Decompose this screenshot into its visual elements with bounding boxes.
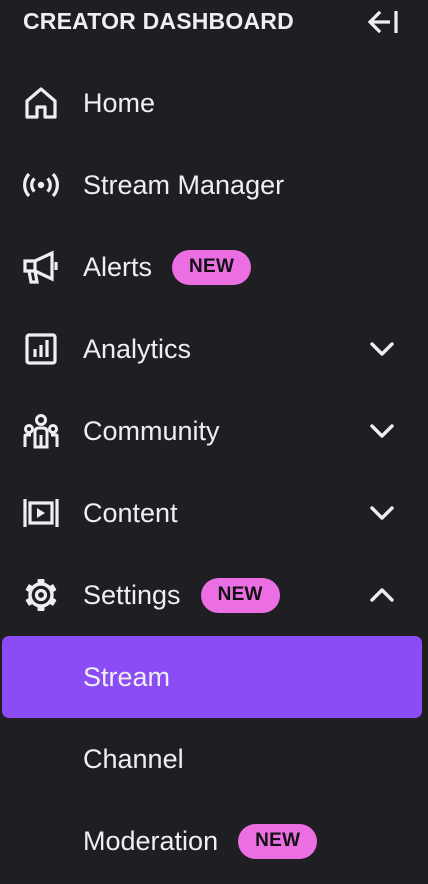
nav-item-label: Community xyxy=(83,415,220,446)
subnav-item-moderation[interactable]: Moderation NEW xyxy=(0,800,428,882)
nav-item-content[interactable]: Content xyxy=(0,472,428,554)
nav-item-community[interactable]: Community xyxy=(0,390,428,472)
subnav-item-channel[interactable]: Channel xyxy=(0,718,428,800)
sidebar-header: CREATOR DASHBOARD xyxy=(0,0,428,44)
new-badge: NEW xyxy=(172,249,252,285)
nav-item-label: Settings xyxy=(83,579,181,610)
chevron-down-icon[interactable] xyxy=(366,417,398,445)
subnav-item-label: Stream xyxy=(83,661,171,692)
community-icon xyxy=(22,413,60,449)
nav-item-label: Analytics xyxy=(83,333,192,364)
new-badge: NEW xyxy=(200,577,280,613)
nav-item-label: Content xyxy=(83,497,178,528)
nav-item-settings[interactable]: Settings NEW xyxy=(0,554,428,636)
chevron-down-icon[interactable] xyxy=(366,335,398,363)
analytics-icon xyxy=(22,331,60,367)
nav-item-label: Home xyxy=(83,87,156,118)
subnav-item-stream[interactable]: Stream xyxy=(2,636,422,718)
nav-item-stream-manager[interactable]: Stream Manager xyxy=(0,144,428,226)
new-badge: NEW xyxy=(238,823,318,859)
subnav-item-label: Moderation xyxy=(83,825,219,856)
collapse-left-icon xyxy=(365,9,399,35)
collapse-sidebar-button[interactable] xyxy=(362,6,402,38)
chevron-down-icon[interactable] xyxy=(366,499,398,527)
subnav-item-label: Channel xyxy=(83,743,184,774)
nav-item-analytics[interactable]: Analytics xyxy=(0,308,428,390)
nav-item-label: Stream Manager xyxy=(83,169,285,200)
chevron-up-icon[interactable] xyxy=(366,581,398,609)
nav-item-label: Alerts xyxy=(83,251,153,282)
video-frame-icon xyxy=(22,495,60,531)
megaphone-icon xyxy=(22,249,60,285)
nav-item-home[interactable]: Home xyxy=(0,62,428,144)
sidebar-title: CREATOR DASHBOARD xyxy=(23,8,294,34)
broadcast-icon xyxy=(22,167,60,203)
home-icon xyxy=(22,85,60,121)
nav-item-alerts[interactable]: Alerts NEW xyxy=(0,226,428,308)
gear-icon xyxy=(22,577,60,613)
